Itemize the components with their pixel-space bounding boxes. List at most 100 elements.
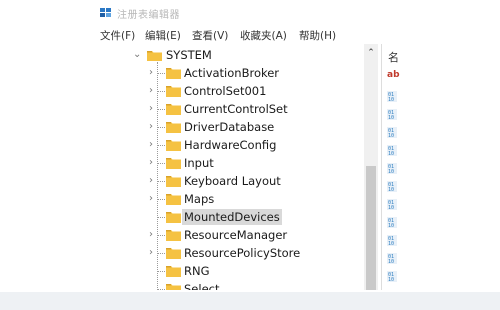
- folder-icon: [166, 140, 181, 151]
- scrollbar-thumb[interactable]: [366, 166, 376, 290]
- chevron-right-icon[interactable]: ›: [149, 244, 153, 262]
- svg-text:10: 10: [388, 97, 394, 102]
- binary-value-icon: 0110: [387, 127, 397, 138]
- tree-item-label: ResourcePolicyStore: [184, 246, 301, 260]
- menu-view[interactable]: 查看(V): [192, 28, 228, 43]
- registry-tree: ⌄ SYSTEM › ActivationBroker › ControlSet…: [100, 44, 370, 290]
- menu-bar: 文件(F) 编辑(E) 查看(V) 收藏夹(A) 帮助(H): [0, 27, 500, 45]
- tree-item-label: SYSTEM: [166, 48, 212, 62]
- chevron-right-icon[interactable]: ›: [149, 82, 153, 100]
- registry-editor-app-icon: [100, 8, 111, 17]
- tree-item-label: Maps: [184, 192, 215, 206]
- folder-icon: [166, 212, 181, 223]
- tree-item-controlset001[interactable]: › ControlSet001: [100, 82, 370, 100]
- folder-icon: [166, 176, 181, 187]
- folder-icon: [166, 194, 181, 205]
- tree-vertical-scrollbar[interactable]: ⌃: [364, 44, 378, 290]
- chevron-right-icon[interactable]: ›: [149, 190, 153, 208]
- tree-item-resourcemanager[interactable]: › ResourceManager: [100, 226, 370, 244]
- folder-icon: [166, 86, 181, 97]
- tree-connector: [157, 163, 165, 164]
- tree-connector: [157, 253, 165, 254]
- tree-item-label: Input: [184, 156, 214, 170]
- tree-connector: [157, 181, 165, 182]
- chevron-right-icon[interactable]: ›: [149, 136, 153, 154]
- window-title: 注册表编辑器: [117, 10, 180, 21]
- svg-text:10: 10: [388, 151, 394, 156]
- chevron-right-icon[interactable]: ›: [149, 226, 153, 244]
- chevron-right-icon[interactable]: ›: [149, 118, 153, 136]
- tree-connector: [157, 199, 165, 200]
- binary-value-icon: 0110: [387, 271, 397, 282]
- tree-item-label: ActivationBroker: [184, 66, 280, 80]
- tree-item-system[interactable]: ⌄ SYSTEM: [100, 46, 370, 64]
- chevron-right-icon[interactable]: ›: [149, 154, 153, 172]
- tree-connector: [157, 109, 165, 110]
- binary-value-icon: 0110: [387, 109, 397, 120]
- chevron-right-icon[interactable]: ›: [149, 100, 153, 118]
- svg-text:10: 10: [388, 115, 394, 120]
- folder-icon: [166, 248, 181, 259]
- tree-item-currentcontrolset[interactable]: › CurrentControlSet: [100, 100, 370, 118]
- binary-value-icon: 0110: [387, 235, 397, 246]
- tree-item-label: Keyboard Layout: [184, 174, 281, 188]
- status-bar: [0, 292, 500, 310]
- tree-item-label: Select: [184, 282, 220, 290]
- tree-item-input[interactable]: › Input: [100, 154, 370, 172]
- menu-favorites[interactable]: 收藏夹(A): [240, 28, 287, 43]
- tree-item-rng[interactable]: RNG: [100, 262, 370, 280]
- svg-text:10: 10: [388, 169, 394, 174]
- chevron-right-icon[interactable]: ›: [149, 64, 153, 82]
- tree-item-label: DriverDatabase: [184, 120, 275, 134]
- chevron-right-icon[interactable]: ›: [149, 172, 153, 190]
- values-pane: 名 ab 01 10 01 10 01 10 01 10 01 10 01 10 01 10 …: [381, 44, 500, 290]
- folder-icon: [166, 266, 181, 277]
- tree-item-label: ControlSet001: [184, 84, 267, 98]
- tree-item-select[interactable]: Select: [100, 280, 370, 290]
- binary-value-icon: 0110: [387, 91, 397, 102]
- svg-text:10: 10: [388, 187, 394, 192]
- column-header-name[interactable]: 名: [388, 49, 399, 65]
- folder-icon: [166, 158, 181, 169]
- menu-help[interactable]: 帮助(H): [299, 28, 336, 43]
- folder-icon: [166, 104, 181, 115]
- tree-connector: [157, 217, 165, 218]
- tree-connector: [157, 271, 165, 272]
- string-value-icon: ab: [387, 70, 400, 80]
- tree-connector: [157, 73, 165, 74]
- tree-item-label: HardwareConfig: [184, 138, 277, 152]
- chevron-down-icon[interactable]: ⌄: [133, 46, 141, 64]
- svg-text:10: 10: [388, 223, 394, 228]
- tree-item-activationbroker[interactable]: › ActivationBroker: [100, 64, 370, 82]
- folder-icon: [166, 230, 181, 241]
- binary-value-icon: 0110: [387, 163, 397, 174]
- tree-item-resourcepolicystore[interactable]: › ResourcePolicyStore: [100, 244, 370, 262]
- svg-text:10: 10: [388, 259, 394, 264]
- menu-edit[interactable]: 编辑(E): [145, 28, 181, 43]
- svg-text:10: 10: [388, 277, 394, 282]
- folder-icon: [166, 284, 181, 290]
- title-bar: 注册表编辑器: [0, 0, 500, 26]
- svg-text:10: 10: [388, 241, 394, 246]
- binary-value-icon: 0110: [387, 181, 397, 192]
- svg-text:10: 10: [388, 205, 394, 210]
- tree-item-label-selected: MountedDevices: [182, 209, 282, 225]
- tree-item-label: RNG: [184, 264, 210, 278]
- folder-icon: [166, 68, 181, 79]
- binary-value-icon: 0110: [387, 145, 397, 156]
- scroll-up-arrow-icon[interactable]: ⌃: [364, 47, 378, 59]
- folder-icon: [166, 122, 181, 133]
- tree-connector: [157, 289, 165, 290]
- binary-value-icon: 0110: [387, 217, 397, 228]
- tree-item-label: ResourceManager: [184, 228, 288, 242]
- tree-item-keyboard-layout[interactable]: › Keyboard Layout: [100, 172, 370, 190]
- tree-item-hardwareconfig[interactable]: › HardwareConfig: [100, 136, 370, 154]
- tree-item-mounteddevices[interactable]: MountedDevices: [100, 208, 370, 226]
- tree-connector: [157, 145, 165, 146]
- menu-file[interactable]: 文件(F): [100, 28, 135, 43]
- tree-connector: [157, 235, 165, 236]
- tree-item-maps[interactable]: › Maps: [100, 190, 370, 208]
- tree-item-label: CurrentControlSet: [184, 102, 288, 116]
- tree-connector: [157, 127, 165, 128]
- tree-item-driverdatabase[interactable]: › DriverDatabase: [100, 118, 370, 136]
